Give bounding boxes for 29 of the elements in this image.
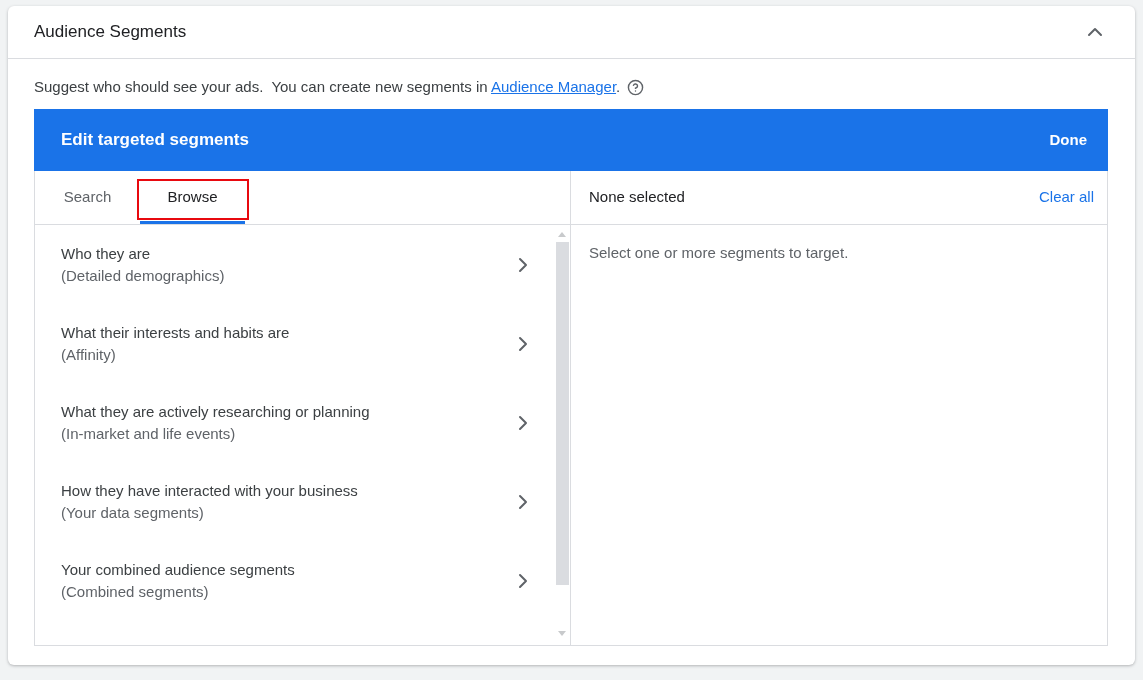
category-subtitle: (Detailed demographics) (61, 265, 225, 286)
scroll-up-icon[interactable] (558, 232, 566, 237)
category-title: Your combined audience segments (61, 559, 295, 580)
category-item[interactable]: What they are actively researching or planning (In-market and life events) (35, 383, 555, 462)
category-title: What their interests and habits are (61, 322, 290, 343)
category-item[interactable]: What their interests and habits are (Affinity) (35, 304, 555, 383)
clear-all-button[interactable]: Clear all (1038, 186, 1094, 209)
category-subtitle: (Affinity) (61, 344, 117, 365)
category-subtitle: (Combined segments) (61, 581, 210, 602)
description-text: Suggest who should see your ads. You can create new segments in Audience Manager. (34, 77, 621, 97)
category-item[interactable]: Your combined audience segments (Combined segments) (35, 541, 555, 620)
category-title: Who they are (61, 243, 152, 264)
category-subtitle: (In-market and life events) (61, 423, 237, 444)
category-subtitle: (Your data segments) (61, 502, 205, 523)
scrollbar-thumb[interactable] (555, 242, 569, 585)
done-button[interactable]: Done (1049, 128, 1087, 152)
help-icon[interactable] (627, 78, 645, 96)
audience-manager-link[interactable]: Audience Manager (490, 78, 617, 95)
category-title: What they are actively researching or planning (61, 401, 370, 422)
editor-title: Edit targeted segments (61, 129, 249, 152)
category-title: How they have interacted with your business (61, 480, 358, 501)
scroll-down-icon[interactable] (558, 631, 566, 636)
category-item[interactable]: Who they are (Detailed demographics) (35, 225, 555, 304)
tab[interactable]: Search (35, 171, 140, 224)
category-item[interactable]: How they have interacted with your business (Your data segments) (35, 462, 555, 541)
section-title: Audience Segments (34, 21, 187, 44)
selection-hint: Select one or more segments to target. (589, 244, 849, 261)
selection-status: None selected (589, 187, 685, 208)
tab[interactable]: Browse (140, 171, 245, 224)
